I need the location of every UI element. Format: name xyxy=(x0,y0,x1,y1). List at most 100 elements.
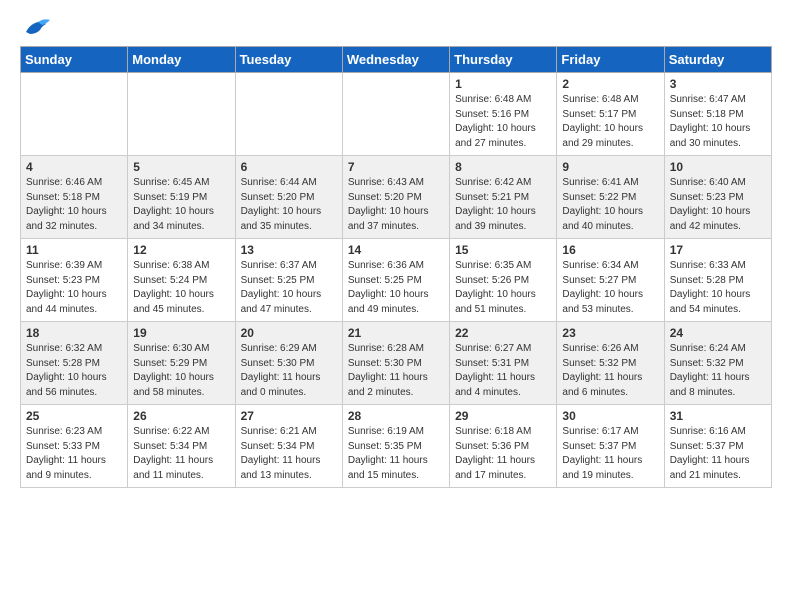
calendar-cell: 1 Sunrise: 6:48 AM Sunset: 5:16 PM Daylig… xyxy=(450,73,557,156)
day-info: Sunrise: 6:40 AM Sunset: 5:23 PM Dayligh… xyxy=(670,176,766,234)
calendar-cell: 16 Sunrise: 6:34 AM Sunset: 5:27 PM Dayli… xyxy=(557,239,664,322)
day-number: 16 xyxy=(562,243,658,257)
day-number: 21 xyxy=(348,326,444,340)
day-info: Sunrise: 6:21 AM Sunset: 5:34 PM Dayligh… xyxy=(241,425,337,483)
weekday-header-saturday: Saturday xyxy=(664,47,771,73)
day-info: Sunrise: 6:24 AM Sunset: 5:32 PM Dayligh… xyxy=(670,342,766,400)
day-info: Sunrise: 6:45 AM Sunset: 5:19 PM Dayligh… xyxy=(133,176,229,234)
calendar-cell: 30 Sunrise: 6:17 AM Sunset: 5:37 PM Dayli… xyxy=(557,405,664,488)
logo-bird-icon xyxy=(22,16,50,38)
weekday-header-wednesday: Wednesday xyxy=(342,47,449,73)
day-info: Sunrise: 6:27 AM Sunset: 5:31 PM Dayligh… xyxy=(455,342,551,400)
calendar-cell: 9Sunrise: 6:41 AM Sunset: 5:22 PM Daylig… xyxy=(557,156,664,239)
day-info: Sunrise: 6:29 AM Sunset: 5:30 PM Dayligh… xyxy=(241,342,337,400)
day-info: Sunrise: 6:28 AM Sunset: 5:30 PM Dayligh… xyxy=(348,342,444,400)
day-number: 10 xyxy=(670,160,766,174)
day-number: 1 xyxy=(455,77,551,91)
day-number: 4 xyxy=(26,160,122,174)
day-info: Sunrise: 6:47 AM Sunset: 5:18 PM Dayligh… xyxy=(670,93,766,151)
day-number: 17 xyxy=(670,243,766,257)
day-info: Sunrise: 6:35 AM Sunset: 5:26 PM Dayligh… xyxy=(455,259,551,317)
day-number: 13 xyxy=(241,243,337,257)
day-number: 30 xyxy=(562,409,658,423)
day-number: 26 xyxy=(133,409,229,423)
calendar-cell xyxy=(235,73,342,156)
calendar-cell: 11 Sunrise: 6:39 AM Sunset: 5:23 PM Dayli… xyxy=(21,239,128,322)
calendar-cell: 19Sunrise: 6:30 AM Sunset: 5:29 PM Dayli… xyxy=(128,322,235,405)
calendar-cell: 18Sunrise: 6:32 AM Sunset: 5:28 PM Dayli… xyxy=(21,322,128,405)
day-number: 9 xyxy=(562,160,658,174)
weekday-header-friday: Friday xyxy=(557,47,664,73)
weekday-header-tuesday: Tuesday xyxy=(235,47,342,73)
calendar-cell: 26 Sunrise: 6:22 AM Sunset: 5:34 PM Dayli… xyxy=(128,405,235,488)
calendar-cell: 28 Sunrise: 6:19 AM Sunset: 5:35 PM Dayli… xyxy=(342,405,449,488)
logo xyxy=(20,16,50,38)
day-number: 24 xyxy=(670,326,766,340)
day-info: Sunrise: 6:48 AM Sunset: 5:17 PM Dayligh… xyxy=(562,93,658,151)
calendar-cell: 31 Sunrise: 6:16 AM Sunset: 5:37 PM Dayli… xyxy=(664,405,771,488)
day-number: 2 xyxy=(562,77,658,91)
calendar-cell: 25 Sunrise: 6:23 AM Sunset: 5:33 PM Dayli… xyxy=(21,405,128,488)
calendar-cell: 15 Sunrise: 6:35 AM Sunset: 5:26 PM Dayli… xyxy=(450,239,557,322)
day-info: Sunrise: 6:33 AM Sunset: 5:28 PM Dayligh… xyxy=(670,259,766,317)
day-info: Sunrise: 6:22 AM Sunset: 5:34 PM Dayligh… xyxy=(133,425,229,483)
day-info: Sunrise: 6:44 AM Sunset: 5:20 PM Dayligh… xyxy=(241,176,337,234)
day-info: Sunrise: 6:17 AM Sunset: 5:37 PM Dayligh… xyxy=(562,425,658,483)
day-number: 28 xyxy=(348,409,444,423)
calendar-cell: 2 Sunrise: 6:48 AM Sunset: 5:17 PM Daylig… xyxy=(557,73,664,156)
calendar-cell: 21 Sunrise: 6:28 AM Sunset: 5:30 PM Dayli… xyxy=(342,322,449,405)
weekday-header-sunday: Sunday xyxy=(21,47,128,73)
day-info: Sunrise: 6:36 AM Sunset: 5:25 PM Dayligh… xyxy=(348,259,444,317)
day-info: Sunrise: 6:16 AM Sunset: 5:37 PM Dayligh… xyxy=(670,425,766,483)
day-number: 25 xyxy=(26,409,122,423)
day-info: Sunrise: 6:43 AM Sunset: 5:20 PM Dayligh… xyxy=(348,176,444,234)
day-info: Sunrise: 6:26 AM Sunset: 5:32 PM Dayligh… xyxy=(562,342,658,400)
weekday-header-monday: Monday xyxy=(128,47,235,73)
calendar-cell xyxy=(128,73,235,156)
calendar-cell: 27 Sunrise: 6:21 AM Sunset: 5:34 PM Dayli… xyxy=(235,405,342,488)
day-info: Sunrise: 6:34 AM Sunset: 5:27 PM Dayligh… xyxy=(562,259,658,317)
day-number: 7 xyxy=(348,160,444,174)
calendar-cell: 13 Sunrise: 6:37 AM Sunset: 5:25 PM Dayli… xyxy=(235,239,342,322)
day-number: 15 xyxy=(455,243,551,257)
calendar-cell: 3Sunrise: 6:47 AM Sunset: 5:18 PM Daylig… xyxy=(664,73,771,156)
calendar-cell: 8 Sunrise: 6:42 AM Sunset: 5:21 PM Daylig… xyxy=(450,156,557,239)
day-info: Sunrise: 6:39 AM Sunset: 5:23 PM Dayligh… xyxy=(26,259,122,317)
calendar-cell: 10 Sunrise: 6:40 AM Sunset: 5:23 PM Dayli… xyxy=(664,156,771,239)
calendar-cell: 7 Sunrise: 6:43 AM Sunset: 5:20 PM Daylig… xyxy=(342,156,449,239)
calendar-cell: 29 Sunrise: 6:18 AM Sunset: 5:36 PM Dayli… xyxy=(450,405,557,488)
day-number: 31 xyxy=(670,409,766,423)
day-info: Sunrise: 6:48 AM Sunset: 5:16 PM Dayligh… xyxy=(455,93,551,151)
day-number: 23 xyxy=(562,326,658,340)
day-number: 8 xyxy=(455,160,551,174)
calendar-cell: 17 Sunrise: 6:33 AM Sunset: 5:28 PM Dayli… xyxy=(664,239,771,322)
calendar-cell: 20 Sunrise: 6:29 AM Sunset: 5:30 PM Dayli… xyxy=(235,322,342,405)
day-number: 11 xyxy=(26,243,122,257)
day-number: 27 xyxy=(241,409,337,423)
day-number: 6 xyxy=(241,160,337,174)
day-info: Sunrise: 6:23 AM Sunset: 5:33 PM Dayligh… xyxy=(26,425,122,483)
day-info: Sunrise: 6:42 AM Sunset: 5:21 PM Dayligh… xyxy=(455,176,551,234)
day-info: Sunrise: 6:18 AM Sunset: 5:36 PM Dayligh… xyxy=(455,425,551,483)
day-info: Sunrise: 6:37 AM Sunset: 5:25 PM Dayligh… xyxy=(241,259,337,317)
calendar-cell: 4 Sunrise: 6:46 AM Sunset: 5:18 PM Daylig… xyxy=(21,156,128,239)
day-number: 19 xyxy=(133,326,229,340)
day-number: 22 xyxy=(455,326,551,340)
day-number: 20 xyxy=(241,326,337,340)
day-number: 5 xyxy=(133,160,229,174)
calendar-cell: 5 Sunrise: 6:45 AM Sunset: 5:19 PM Daylig… xyxy=(128,156,235,239)
calendar-cell: 6 Sunrise: 6:44 AM Sunset: 5:20 PM Daylig… xyxy=(235,156,342,239)
day-number: 29 xyxy=(455,409,551,423)
calendar-cell xyxy=(21,73,128,156)
day-number: 14 xyxy=(348,243,444,257)
day-info: Sunrise: 6:46 AM Sunset: 5:18 PM Dayligh… xyxy=(26,176,122,234)
calendar-cell: 24 Sunrise: 6:24 AM Sunset: 5:32 PM Dayli… xyxy=(664,322,771,405)
calendar-cell xyxy=(342,73,449,156)
page-header xyxy=(20,16,772,38)
weekday-header-thursday: Thursday xyxy=(450,47,557,73)
calendar-table: SundayMondayTuesdayWednesdayThursdayFrid… xyxy=(20,46,772,488)
calendar-cell: 12Sunrise: 6:38 AM Sunset: 5:24 PM Dayli… xyxy=(128,239,235,322)
calendar-cell: 22 Sunrise: 6:27 AM Sunset: 5:31 PM Dayli… xyxy=(450,322,557,405)
calendar-cell: 14 Sunrise: 6:36 AM Sunset: 5:25 PM Dayli… xyxy=(342,239,449,322)
day-info: Sunrise: 6:19 AM Sunset: 5:35 PM Dayligh… xyxy=(348,425,444,483)
